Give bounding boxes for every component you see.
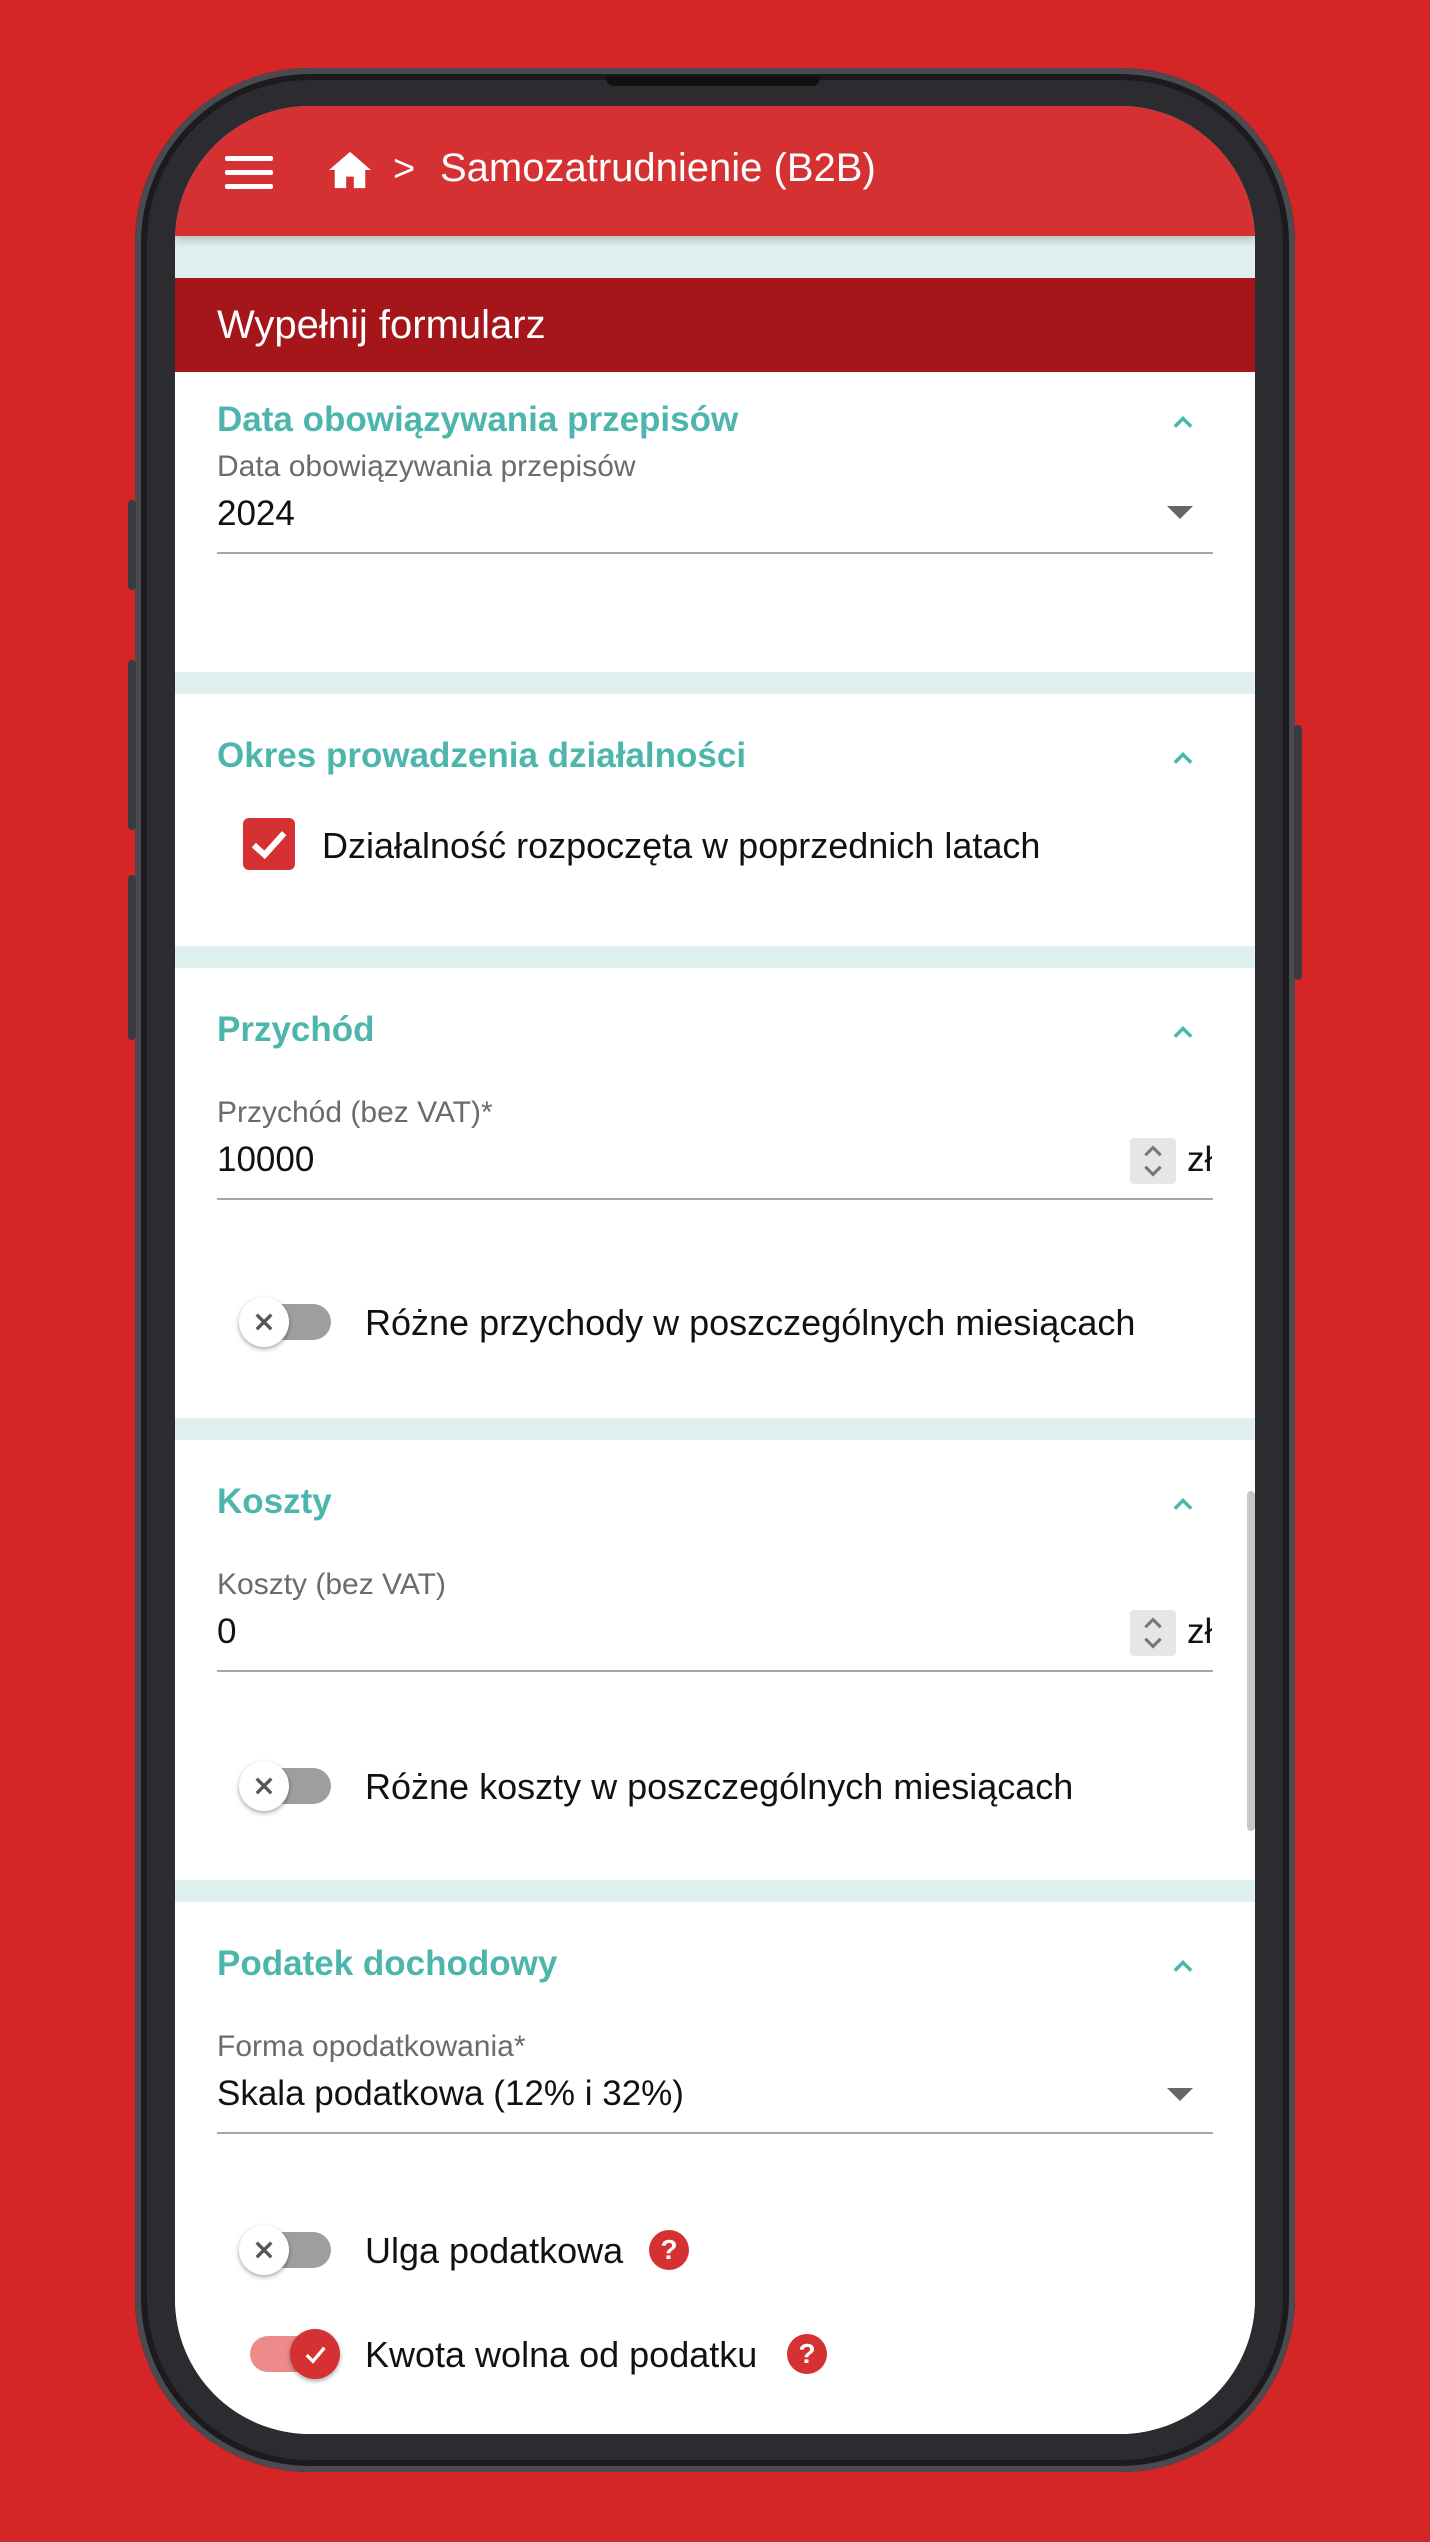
tax-free-amount-toggle[interactable] bbox=[250, 2329, 340, 2379]
dropdown-arrow-icon[interactable] bbox=[1167, 506, 1193, 519]
tax-relief-toggle[interactable] bbox=[239, 2225, 331, 2275]
toggle-knob bbox=[290, 2329, 340, 2379]
help-icon[interactable]: ? bbox=[787, 2334, 827, 2374]
field-underline bbox=[217, 552, 1213, 554]
form-header: Wypełnij formularz bbox=[175, 278, 1255, 372]
toggle-label[interactable]: Kwota wolna od podatku bbox=[365, 2334, 757, 2376]
checkmark-icon bbox=[305, 2346, 326, 2364]
phone-power-button bbox=[1294, 725, 1302, 980]
tax-form-select[interactable]: Skala podatkowa (12% i 32%) bbox=[217, 2074, 684, 2114]
phone-side-button bbox=[128, 500, 136, 590]
toggle-label[interactable]: Różne przychody w poszczególnych miesiąc… bbox=[365, 1302, 1135, 1344]
section-koszty: Koszty Koszty (bez VAT) 0 zł Różne koszt… bbox=[175, 1440, 1255, 1880]
number-stepper[interactable] bbox=[1130, 1138, 1176, 1184]
chevron-up-icon[interactable] bbox=[1169, 744, 1197, 772]
currency-unit: zł bbox=[1187, 1140, 1213, 1179]
hamburger-menu-icon[interactable] bbox=[225, 156, 273, 190]
section-title[interactable]: Podatek dochodowy bbox=[217, 1944, 557, 1984]
form-header-title: Wypełnij formularz bbox=[217, 302, 546, 347]
previous-years-checkbox[interactable] bbox=[243, 818, 295, 870]
breadcrumb-separator: > bbox=[393, 148, 416, 190]
toggle-label[interactable]: Różne koszty w poszczególnych miesiącach bbox=[365, 1766, 1073, 1808]
revenue-input[interactable]: 10000 bbox=[217, 1140, 314, 1180]
number-stepper[interactable] bbox=[1130, 1610, 1176, 1656]
section-okres-dzialalnosci: Okres prowadzenia działalności Działalno… bbox=[175, 694, 1255, 946]
toggle-knob bbox=[239, 2225, 289, 2275]
app-bar: > Samozatrudnienie (B2B) bbox=[175, 106, 1255, 236]
field-underline bbox=[217, 2132, 1213, 2134]
currency-unit: zł bbox=[1187, 1612, 1213, 1651]
section-data-obowiazywania: Data obowiązywania przepisów Data obowią… bbox=[175, 372, 1255, 672]
field-underline bbox=[217, 1198, 1213, 1200]
checkbox-label[interactable]: Działalność rozpoczęta w poprzednich lat… bbox=[322, 825, 1040, 867]
section-przychod: Przychód Przychód (bez VAT)* 10000 zł Ró… bbox=[175, 968, 1255, 1418]
stepper-arrows-icon bbox=[1144, 1145, 1162, 1177]
toggle-label[interactable]: Ulga podatkowa bbox=[365, 2230, 623, 2272]
home-icon[interactable] bbox=[327, 150, 373, 190]
monthly-costs-toggle[interactable] bbox=[239, 1761, 331, 1811]
field-label: Data obowiązywania przepisów bbox=[217, 450, 636, 483]
field-label: Przychód (bez VAT)* bbox=[217, 1096, 493, 1129]
section-title[interactable]: Okres prowadzenia działalności bbox=[217, 736, 746, 776]
chevron-up-icon[interactable] bbox=[1169, 1952, 1197, 1980]
phone-speaker bbox=[606, 76, 820, 86]
section-title[interactable]: Data obowiązywania przepisów bbox=[217, 400, 738, 440]
field-label: Forma opodatkowania* bbox=[217, 2030, 526, 2063]
costs-input[interactable]: 0 bbox=[217, 1612, 236, 1652]
phone-side-button bbox=[128, 875, 136, 1040]
page-title: Samozatrudnienie (B2B) bbox=[440, 146, 876, 190]
help-icon[interactable]: ? bbox=[649, 2230, 689, 2270]
chevron-up-icon[interactable] bbox=[1169, 1018, 1197, 1046]
toggle-knob bbox=[239, 1761, 289, 1811]
close-icon bbox=[255, 1313, 273, 1331]
monthly-revenue-toggle[interactable] bbox=[239, 1297, 331, 1347]
scrollbar[interactable] bbox=[1247, 1491, 1255, 1831]
phone-screen: > Samozatrudnienie (B2B) Wypełnij formul… bbox=[175, 106, 1255, 2434]
chevron-up-icon[interactable] bbox=[1169, 408, 1197, 436]
close-icon bbox=[255, 1777, 273, 1795]
close-icon bbox=[255, 2241, 273, 2259]
section-title[interactable]: Przychód bbox=[217, 1010, 375, 1050]
phone-side-button bbox=[128, 660, 136, 830]
chevron-up-icon[interactable] bbox=[1169, 1490, 1197, 1518]
toggle-knob bbox=[239, 1297, 289, 1347]
section-podatek-dochodowy: Podatek dochodowy Forma opodatkowania* S… bbox=[175, 1902, 1255, 2434]
stepper-arrows-icon bbox=[1144, 1617, 1162, 1649]
rules-year-select[interactable]: 2024 bbox=[217, 494, 295, 534]
dropdown-arrow-icon[interactable] bbox=[1167, 2088, 1193, 2101]
checkmark-icon bbox=[251, 831, 287, 860]
section-title[interactable]: Koszty bbox=[217, 1482, 332, 1522]
field-underline bbox=[217, 1670, 1213, 1672]
field-label: Koszty (bez VAT) bbox=[217, 1568, 446, 1601]
